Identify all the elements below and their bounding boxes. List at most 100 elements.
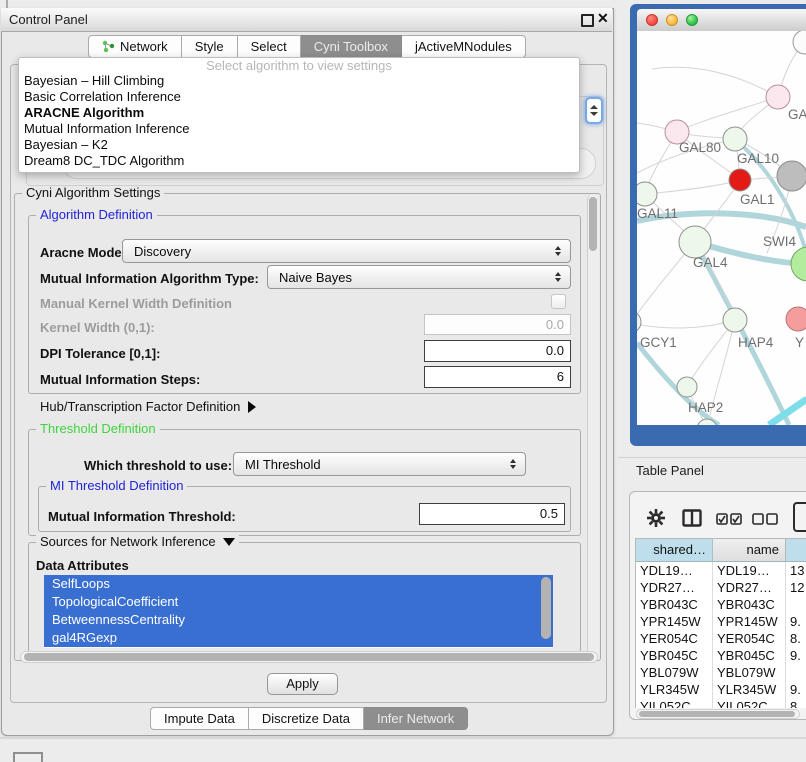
tab-label: Network <box>120 39 168 54</box>
tab-select[interactable]: Select <box>238 35 301 58</box>
mi-steps-input[interactable]: 6 <box>424 366 571 388</box>
partial-toolbar-icon[interactable] <box>793 502 806 532</box>
unchecked-pair-icon[interactable] <box>752 513 778 525</box>
combo-arrows-icon <box>550 272 570 282</box>
aracne-mode-label: Aracne Mode: <box>40 245 126 260</box>
network-node-gal1[interactable] <box>729 169 751 191</box>
network-node-hap4[interactable] <box>723 308 747 332</box>
mi-algorithm-type-combo[interactable]: Naive Bayes <box>267 265 571 289</box>
gear-icon[interactable] <box>646 508 666 528</box>
network-node-gcy1[interactable] <box>637 311 641 333</box>
network-window-titlebar[interactable] <box>637 9 806 32</box>
table-hscrollbar-thumb[interactable] <box>639 711 795 717</box>
sources-legend[interactable]: Sources for Network Inference <box>36 535 239 549</box>
network-node[interactable] <box>766 85 790 109</box>
attribute-item-selected[interactable]: BetweennessCentrality <box>44 611 553 629</box>
aracne-mode-combo[interactable]: Discovery <box>122 239 571 263</box>
kernel-width-input[interactable]: 0.0 <box>424 314 571 335</box>
tab-cyni-toolbox[interactable]: Cyni Toolbox <box>301 35 402 58</box>
control-panel-titlebar[interactable] <box>1 8 612 32</box>
network-view-canvas[interactable]: GAL GAL80 GAL10 GAL1 GAL11 SWI4 GAL4 GCY… <box>637 31 806 425</box>
settings-hscrollbar[interactable] <box>20 651 598 663</box>
network-node-hap2[interactable] <box>677 377 697 397</box>
attribute-item-selected[interactable]: gal4RGexp <box>44 629 553 647</box>
control-panel-tabbar: Network Style Select Cyni Toolbox jActiv… <box>88 35 526 58</box>
algorithm-option[interactable]: Mutual Information Inference <box>19 121 579 137</box>
table-hscrollbar[interactable] <box>636 709 800 719</box>
attribute-item-selected[interactable]: TopologicalCoefficient <box>44 593 553 611</box>
tab-infer-network[interactable]: Infer Network <box>364 707 468 730</box>
control-panel-title: Control Panel <box>9 12 88 27</box>
table-row[interactable]: YER054CYER054C8. <box>636 630 806 647</box>
tab-impute-data[interactable]: Impute Data <box>150 707 249 730</box>
algorithm-definition-legend: Algorithm Definition <box>36 208 157 222</box>
cyni-settings-legend: Cyni Algorithm Settings <box>22 186 164 200</box>
columns-icon[interactable] <box>682 509 702 527</box>
tab-style[interactable]: Style <box>182 35 238 58</box>
table-row[interactable]: YDR27…YDR27…12 <box>636 579 806 596</box>
checked-pair-icon[interactable] <box>716 513 742 525</box>
node-label: GAL1 <box>740 192 775 207</box>
table-row[interactable]: YLR345WYLR345W9. <box>636 681 806 698</box>
algorithm-option[interactable]: Basic Correlation Inference <box>19 89 579 105</box>
close-traffic-light-icon[interactable] <box>646 14 658 26</box>
table-row[interactable]: YIL052CYIL052C8. <box>636 698 806 708</box>
algorithm-combo-spinner[interactable] <box>585 97 603 124</box>
kernel-width-label: Kernel Width (0,1): <box>40 320 155 335</box>
bottom-left-partial-box[interactable] <box>13 752 43 762</box>
apply-button[interactable]: Apply <box>267 673 338 695</box>
manual-kernel-checkbox[interactable] <box>551 294 566 309</box>
dpi-tolerance-input[interactable]: 0.0 <box>424 340 571 362</box>
spinner-up-icon <box>590 105 598 109</box>
node-label: GAL4 <box>693 255 728 270</box>
screen: Control Panel ✕ Network Style Select Cyn… <box>0 0 806 762</box>
combo-arrows-icon <box>550 246 570 256</box>
network-node-gal10[interactable] <box>723 127 747 151</box>
node-label: GAL11 <box>637 206 678 221</box>
tab-jactivemnodules[interactable]: jActiveMNodules <box>402 35 526 58</box>
spinner-down-icon <box>590 112 598 116</box>
node-label: SWI4 <box>763 234 796 249</box>
attributes-scrollbar-thumb[interactable] <box>541 577 551 639</box>
algorithm-dropdown-popup: Select algorithm to view settings Bayesi… <box>18 57 580 173</box>
network-node[interactable] <box>793 31 806 54</box>
column-header-partial[interactable] <box>786 539 806 561</box>
algorithm-option[interactable]: Bayesian – Hill Climbing <box>19 73 579 89</box>
node-table[interactable]: shared… name YDL19…YDL19…13 YDR27…YDR27…… <box>635 538 806 708</box>
settings-hscrollbar-thumb[interactable] <box>24 653 594 661</box>
table-row[interactable]: YBR043CYBR043C <box>636 596 806 613</box>
mi-threshold-input[interactable]: 0.5 <box>419 503 565 525</box>
hub-factor-expander[interactable]: Hub/Transcription Factor Definition <box>40 399 256 414</box>
network-node-swi4[interactable] <box>791 247 806 281</box>
settings-scrollbar-thumb[interactable] <box>589 197 597 251</box>
column-header-name[interactable]: name <box>713 539 786 561</box>
which-threshold-combo[interactable]: MI Threshold <box>233 452 526 476</box>
zoom-traffic-light-icon[interactable] <box>686 14 698 26</box>
tab-label: Infer Network <box>377 711 454 726</box>
settings-scrollbar[interactable] <box>587 194 599 658</box>
minimize-traffic-light-icon[interactable] <box>666 14 678 26</box>
float-window-icon[interactable] <box>581 14 594 27</box>
algorithm-option[interactable]: Bayesian – K2 <box>19 137 579 153</box>
close-icon[interactable]: ✕ <box>597 10 609 27</box>
tab-network[interactable]: Network <box>88 35 182 58</box>
tab-label: Impute Data <box>164 711 235 726</box>
algorithm-option-selected[interactable]: ARACNE Algorithm <box>19 105 579 121</box>
table-row[interactable]: YBR045CYBR045C9. <box>636 647 806 664</box>
column-header-shared-name[interactable]: shared… <box>636 539 713 561</box>
algorithm-option[interactable]: Dream8 DC_TDC Algorithm <box>19 153 579 169</box>
table-row[interactable]: YPR145WYPR145W9. <box>636 613 806 630</box>
table-row[interactable]: YBL079WYBL079W <box>636 664 806 681</box>
tab-discretize-data[interactable]: Discretize Data <box>249 707 364 730</box>
table-panel-title: Table Panel <box>636 463 704 478</box>
combo-arrows-icon <box>505 459 525 469</box>
network-node-gal4[interactable] <box>679 226 711 258</box>
table-header-row: shared… name <box>636 539 806 562</box>
attribute-item-selected[interactable]: SelfLoops <box>44 575 553 593</box>
table-row[interactable]: YDL19…YDL19…13 <box>636 562 806 579</box>
network-node[interactable] <box>786 307 806 331</box>
network-node[interactable] <box>777 161 806 191</box>
network-node-gal11[interactable] <box>637 182 657 206</box>
threshold-definition-legend: Threshold Definition <box>36 422 160 436</box>
node-label: Y <box>795 335 804 350</box>
